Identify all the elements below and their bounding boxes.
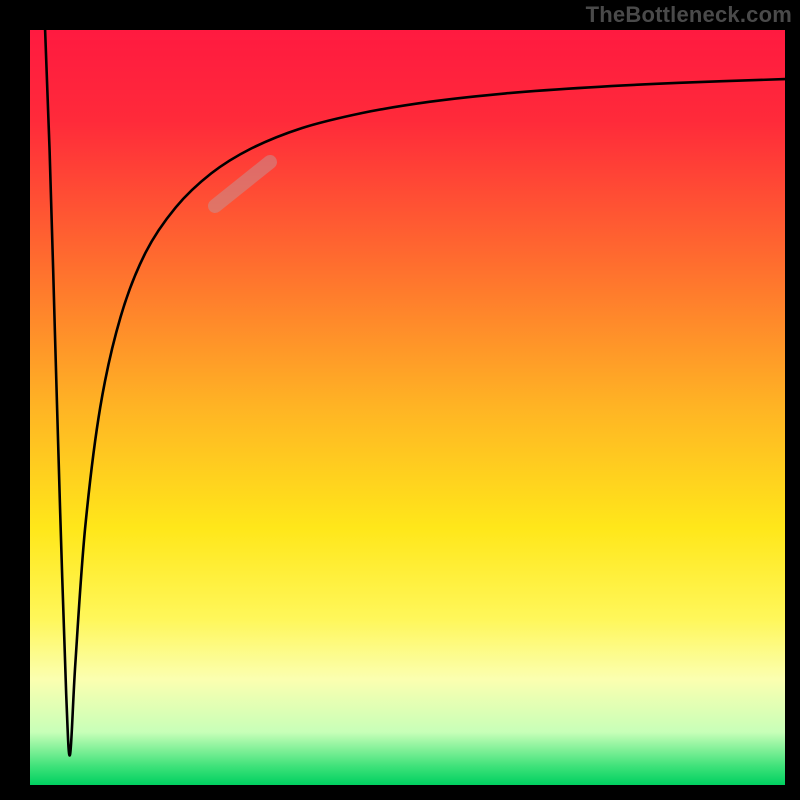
plot-svg xyxy=(30,30,785,785)
watermark-text: TheBottleneck.com xyxy=(586,2,792,28)
plot-area xyxy=(30,30,785,785)
chart-frame: TheBottleneck.com xyxy=(0,0,800,800)
gradient-background xyxy=(30,30,785,785)
